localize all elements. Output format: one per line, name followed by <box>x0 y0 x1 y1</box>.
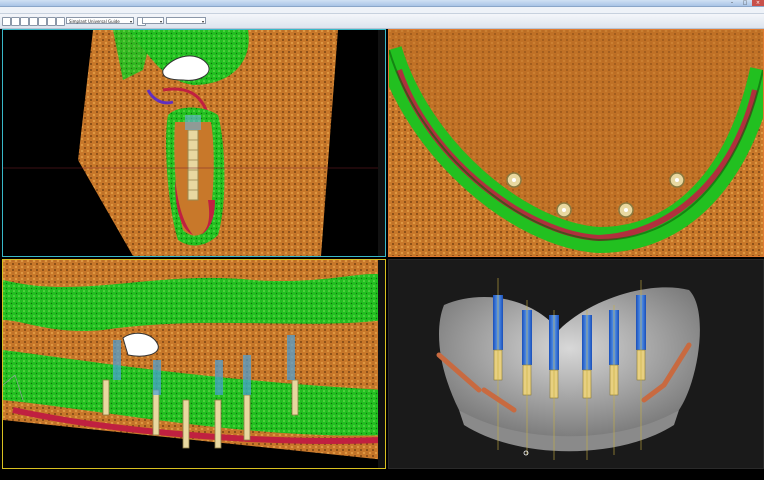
chevron-down-icon: ▾ <box>159 19 162 24</box>
redo-icon[interactable] <box>47 17 56 26</box>
undo-icon[interactable] <box>38 17 47 26</box>
toolbar: Simplant Universal Guide ▾ ▾ ▾ <box>0 14 764 29</box>
open-icon[interactable] <box>11 17 20 26</box>
chevron-down-icon: ▾ <box>129 19 132 24</box>
guide-dropdown-value: Simplant Universal Guide <box>69 19 120 24</box>
axial-view[interactable] <box>388 29 764 257</box>
minimize-button[interactable]: – <box>726 0 738 6</box>
new-icon[interactable] <box>2 17 11 26</box>
window-titlebar: – □ × <box>0 0 764 7</box>
3d-render-view[interactable] <box>388 259 764 469</box>
maximize-button[interactable]: □ <box>739 0 751 6</box>
panoramic-view[interactable] <box>2 259 386 469</box>
guide-dropdown[interactable]: Simplant Universal Guide ▾ <box>66 17 134 24</box>
tool-icon[interactable] <box>56 17 65 26</box>
zoom-dropdown[interactable]: ▾ <box>166 17 206 24</box>
menu-bar <box>0 7 764 14</box>
print-icon[interactable] <box>29 17 38 26</box>
close-button[interactable]: × <box>752 0 764 6</box>
view-dropdown[interactable]: ▾ <box>142 17 164 24</box>
chevron-down-icon: ▾ <box>201 19 204 24</box>
save-icon[interactable] <box>20 17 29 26</box>
cross-section-view[interactable] <box>2 29 386 257</box>
